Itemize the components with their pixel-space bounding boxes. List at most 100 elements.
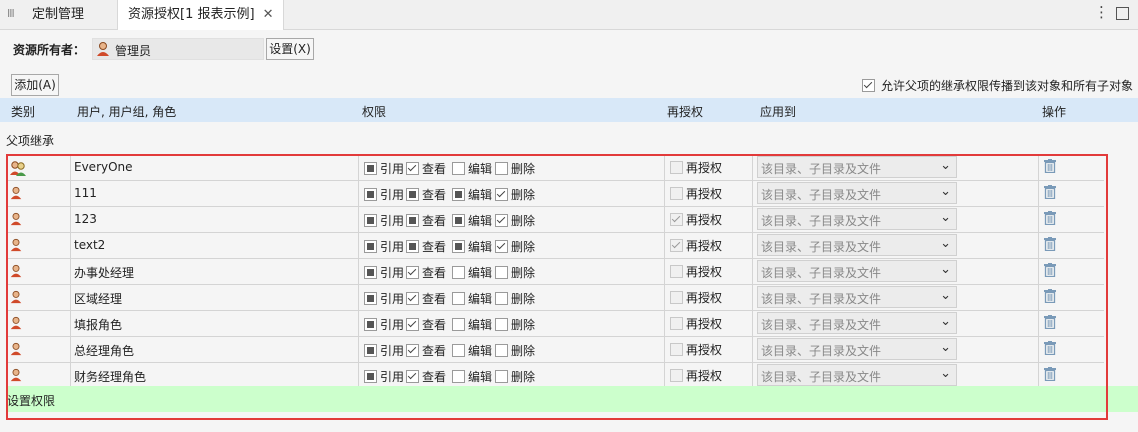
perm-view[interactable]: 查看	[406, 316, 450, 333]
edit-checkbox[interactable]	[452, 370, 465, 383]
apply-to-select[interactable]: 该目录、子目录及文件 ⌄	[757, 338, 957, 360]
tab-custom-management[interactable]: 定制管理	[22, 0, 94, 29]
delete-checkbox[interactable]	[495, 266, 508, 279]
delete-checkbox[interactable]	[495, 370, 508, 383]
view-checkbox[interactable]	[406, 188, 419, 201]
apply-to-select[interactable]: 该目录、子目录及文件 ⌄	[757, 156, 957, 178]
trash-icon[interactable]	[1044, 211, 1056, 228]
edit-checkbox[interactable]	[452, 292, 465, 305]
apply-to-select[interactable]: 该目录、子目录及文件 ⌄	[757, 182, 957, 204]
regrant-option[interactable]: 再授权	[670, 237, 722, 254]
perm-view[interactable]: 查看	[406, 238, 450, 255]
edit-checkbox[interactable]	[452, 240, 465, 253]
delete-checkbox[interactable]	[495, 344, 508, 357]
add-button[interactable]: 添加(A)	[11, 74, 59, 96]
view-checkbox[interactable]	[406, 370, 419, 383]
regrant-option[interactable]: 再授权	[670, 341, 722, 358]
edit-checkbox[interactable]	[452, 188, 465, 201]
perm-delete[interactable]: 删除	[495, 186, 539, 203]
trash-icon[interactable]	[1044, 159, 1056, 176]
view-checkbox[interactable]	[406, 266, 419, 279]
apply-to-select[interactable]: 该目录、子目录及文件 ⌄	[757, 234, 957, 256]
reference-checkbox[interactable]	[364, 266, 377, 279]
perm-reference[interactable]: 引用	[364, 368, 408, 385]
reference-checkbox[interactable]	[364, 344, 377, 357]
perm-edit[interactable]: 编辑	[452, 290, 496, 307]
perm-edit[interactable]: 编辑	[452, 342, 496, 359]
view-checkbox[interactable]	[406, 162, 419, 175]
edit-checkbox[interactable]	[452, 344, 465, 357]
set-permissions-bar[interactable]: 设置权限	[6, 386, 1138, 412]
maximize-icon[interactable]	[1116, 7, 1129, 20]
delete-checkbox[interactable]	[495, 292, 508, 305]
regrant-checkbox[interactable]	[670, 265, 683, 278]
reference-checkbox[interactable]	[364, 318, 377, 331]
view-checkbox[interactable]	[406, 214, 419, 227]
perm-view[interactable]: 查看	[406, 186, 450, 203]
reference-checkbox[interactable]	[364, 188, 377, 201]
regrant-option[interactable]: 再授权	[670, 185, 722, 202]
view-checkbox[interactable]	[406, 318, 419, 331]
perm-reference[interactable]: 引用	[364, 212, 408, 229]
set-owner-button[interactable]: 设置(X)	[266, 38, 314, 60]
delete-checkbox[interactable]	[495, 162, 508, 175]
perm-edit[interactable]: 编辑	[452, 368, 496, 385]
regrant-checkbox[interactable]	[670, 239, 683, 252]
perm-delete[interactable]: 删除	[495, 264, 539, 281]
delete-checkbox[interactable]	[495, 240, 508, 253]
perm-delete[interactable]: 删除	[495, 212, 539, 229]
inherit-checkbox[interactable]	[862, 79, 875, 92]
trash-icon[interactable]	[1044, 263, 1056, 280]
regrant-option[interactable]: 再授权	[670, 211, 722, 228]
perm-edit[interactable]: 编辑	[452, 238, 496, 255]
tab-resource-authorization[interactable]: 资源授权[1 报表示例] ✕	[117, 0, 285, 30]
perm-edit[interactable]: 编辑	[452, 316, 496, 333]
perm-reference[interactable]: 引用	[364, 264, 408, 281]
apply-to-select[interactable]: 该目录、子目录及文件 ⌄	[757, 260, 957, 282]
regrant-option[interactable]: 再授权	[670, 289, 722, 306]
perm-view[interactable]: 查看	[406, 342, 450, 359]
apply-to-select[interactable]: 该目录、子目录及文件 ⌄	[757, 364, 957, 386]
reference-checkbox[interactable]	[364, 240, 377, 253]
delete-checkbox[interactable]	[495, 214, 508, 227]
regrant-option[interactable]: 再授权	[670, 367, 722, 384]
delete-checkbox[interactable]	[495, 318, 508, 331]
edit-checkbox[interactable]	[452, 318, 465, 331]
perm-edit[interactable]: 编辑	[452, 212, 496, 229]
inherit-option[interactable]: 允许父项的继承权限传播到该对象和所有子对象	[862, 77, 1133, 94]
regrant-checkbox[interactable]	[670, 369, 683, 382]
trash-icon[interactable]	[1044, 367, 1056, 384]
regrant-option[interactable]: 再授权	[670, 315, 722, 332]
regrant-option[interactable]: 再授权	[670, 263, 722, 280]
perm-reference[interactable]: 引用	[364, 186, 408, 203]
regrant-checkbox[interactable]	[670, 213, 683, 226]
close-icon[interactable]: ✕	[263, 7, 274, 22]
regrant-checkbox[interactable]	[670, 317, 683, 330]
perm-view[interactable]: 查看	[406, 290, 450, 307]
apply-to-select[interactable]: 该目录、子目录及文件 ⌄	[757, 312, 957, 334]
edit-checkbox[interactable]	[452, 266, 465, 279]
drag-grip-icon[interactable]: III	[7, 7, 15, 20]
perm-view[interactable]: 查看	[406, 212, 450, 229]
perm-delete[interactable]: 删除	[495, 316, 539, 333]
edit-checkbox[interactable]	[452, 162, 465, 175]
regrant-checkbox[interactable]	[670, 161, 683, 174]
perm-edit[interactable]: 编辑	[452, 186, 496, 203]
perm-reference[interactable]: 引用	[364, 238, 408, 255]
view-checkbox[interactable]	[406, 240, 419, 253]
regrant-checkbox[interactable]	[670, 291, 683, 304]
regrant-checkbox[interactable]	[670, 187, 683, 200]
perm-view[interactable]: 查看	[406, 264, 450, 281]
perm-reference[interactable]: 引用	[364, 290, 408, 307]
regrant-checkbox[interactable]	[670, 343, 683, 356]
perm-view[interactable]: 查看	[406, 368, 450, 385]
perm-reference[interactable]: 引用	[364, 160, 408, 177]
apply-to-select[interactable]: 该目录、子目录及文件 ⌄	[757, 208, 957, 230]
reference-checkbox[interactable]	[364, 292, 377, 305]
apply-to-select[interactable]: 该目录、子目录及文件 ⌄	[757, 286, 957, 308]
trash-icon[interactable]	[1044, 237, 1056, 254]
perm-delete[interactable]: 删除	[495, 160, 539, 177]
reference-checkbox[interactable]	[364, 162, 377, 175]
delete-checkbox[interactable]	[495, 188, 508, 201]
perm-delete[interactable]: 删除	[495, 342, 539, 359]
